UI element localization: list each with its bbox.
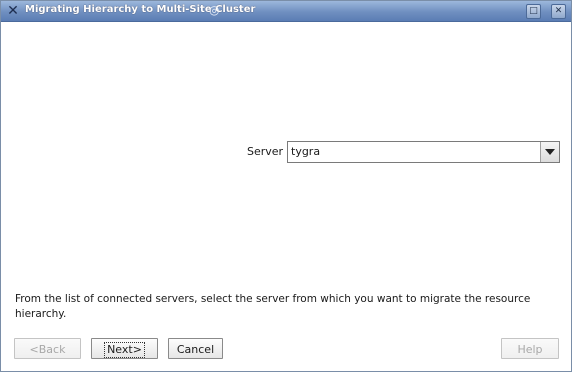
next-button-label: Next> (104, 342, 145, 358)
server-dropdown-button[interactable] (540, 142, 559, 162)
help-button[interactable]: Help (501, 338, 559, 359)
server-dropdown[interactable]: tygra (287, 141, 560, 163)
close-button[interactable]: ✕ (551, 4, 566, 19)
chevron-down-icon (545, 149, 555, 155)
cancel-button[interactable]: Cancel (168, 338, 223, 359)
back-button[interactable]: <Back (14, 338, 81, 359)
instructions-text: From the list of connected servers, sele… (15, 293, 531, 320)
title-bar[interactable]: ✕ Migrating Hierarchy to Multi-Site Clus… (1, 1, 571, 22)
server-dropdown-value: tygra (291, 145, 321, 158)
next-button[interactable]: Next> (91, 338, 158, 359)
server-label: Server (247, 145, 284, 158)
swirl-icon: ◎ (209, 3, 220, 17)
maximize-button[interactable]: □ (526, 4, 541, 19)
x-logo-icon: ✕ (7, 3, 19, 19)
wizard-window: ✕ Migrating Hierarchy to Multi-Site Clus… (0, 0, 572, 372)
